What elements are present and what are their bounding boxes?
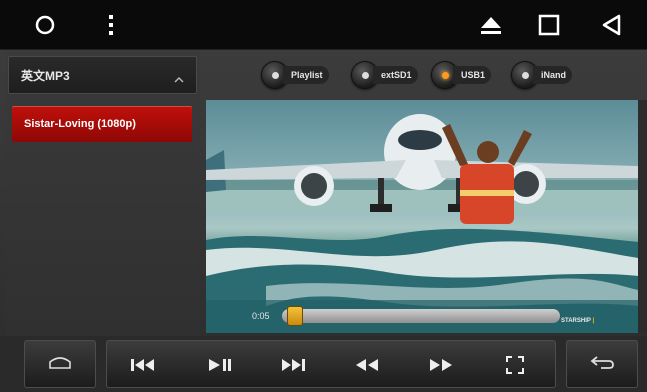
fullscreen-icon (506, 356, 524, 374)
radio-dot-active (441, 71, 449, 79)
radio-dot (271, 71, 279, 79)
source-label: Playlist (283, 66, 329, 84)
source-inand[interactable]: iNand (511, 59, 573, 91)
seek-bar[interactable] (282, 309, 560, 323)
rewind-button[interactable] (352, 352, 382, 378)
return-button[interactable] (566, 340, 638, 388)
chevron-up-icon (174, 72, 184, 86)
source-selector: Playlist extSD1 USB1 iNand (205, 56, 637, 94)
circle-home-icon[interactable] (32, 13, 58, 37)
video-frame (206, 114, 638, 333)
rewind-icon (356, 359, 378, 371)
radio-dot (361, 71, 369, 79)
next-track-icon (282, 359, 305, 371)
return-icon (589, 354, 615, 375)
radio-dot (521, 71, 529, 79)
home-button[interactable] (24, 340, 96, 388)
fullscreen-button[interactable] (500, 352, 530, 378)
folder-dropdown[interactable]: 英文MP3 (8, 56, 197, 94)
watermark-separator: | (592, 318, 595, 324)
track-title: Sistar-Loving (1080p) (24, 118, 136, 130)
source-usb1[interactable]: USB1 (431, 59, 492, 91)
play-pause-icon (209, 359, 231, 371)
playlist-panel (6, 52, 200, 336)
transport-controls (106, 340, 556, 388)
home-icon (47, 354, 73, 375)
square-recents-icon[interactable] (536, 13, 562, 37)
folder-label: 英文MP3 (21, 68, 70, 83)
source-label: extSD1 (373, 66, 418, 84)
source-playlist[interactable]: Playlist (261, 59, 329, 91)
media-player-app: 英文MP3 Sistar-Loving (1080p) Playlist ext… (0, 0, 647, 392)
previous-track-icon (131, 359, 154, 371)
seek-thumb[interactable] (287, 306, 304, 326)
previous-track-button[interactable] (128, 352, 158, 378)
menu-dots-icon[interactable] (98, 13, 124, 37)
fast-forward-icon (430, 359, 452, 371)
source-label: iNand (533, 66, 573, 84)
video-watermark: STARSHIP | (561, 318, 594, 324)
system-navigation-bar (0, 0, 647, 50)
source-label: USB1 (453, 66, 492, 84)
fast-forward-button[interactable] (426, 352, 456, 378)
back-triangle-icon[interactable] (599, 13, 625, 37)
video-surface[interactable] (206, 100, 638, 333)
source-extsd1[interactable]: extSD1 (351, 59, 418, 91)
eject-icon[interactable] (478, 13, 504, 37)
play-pause-button[interactable] (204, 352, 234, 378)
next-track-button[interactable] (278, 352, 308, 378)
video-edge (638, 100, 647, 333)
playlist-item[interactable]: Sistar-Loving (1080p) (12, 106, 192, 142)
watermark-brand: STARSHIP (561, 318, 591, 324)
elapsed-time: 0:05 (252, 311, 270, 321)
